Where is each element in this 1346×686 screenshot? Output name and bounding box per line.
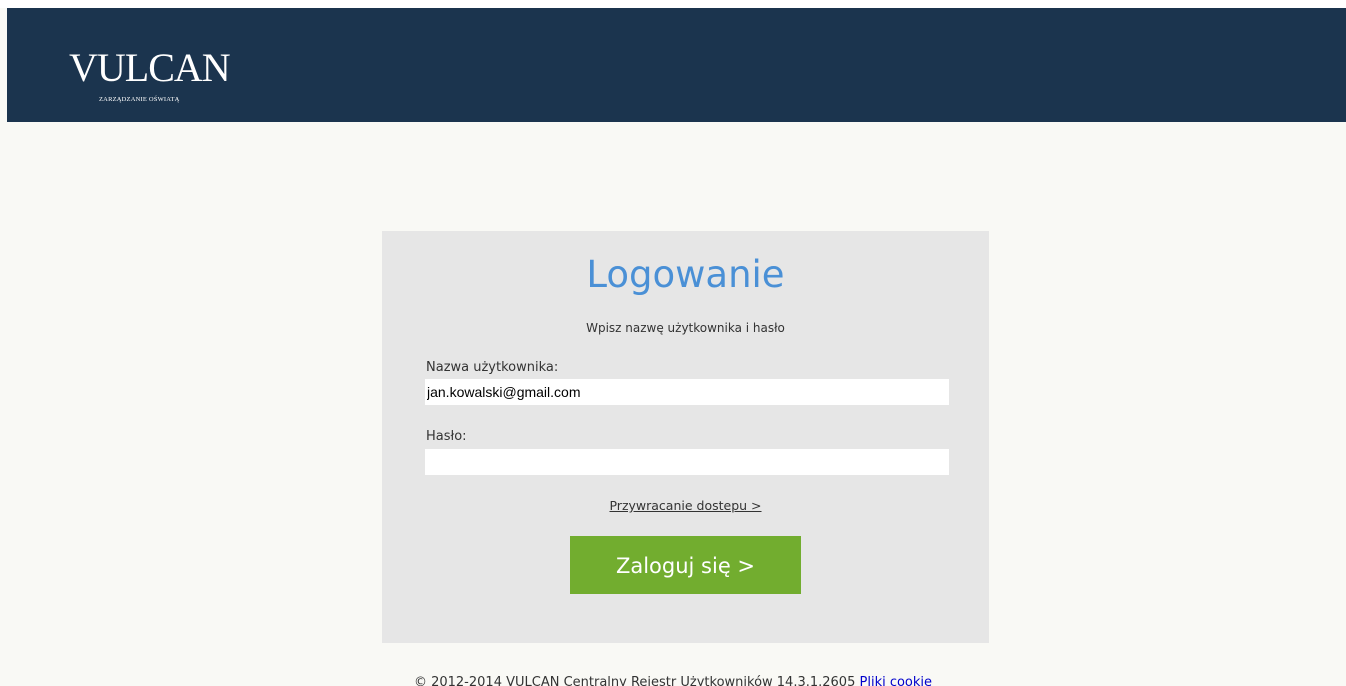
restore-access-link[interactable]: Przywracanie dostepu > bbox=[382, 498, 989, 513]
login-subtitle: Wpisz nazwę użytkownika i hasło bbox=[586, 321, 785, 335]
password-input[interactable] bbox=[425, 449, 949, 475]
copyright-text: © 2012-2014 VULCAN Centralny Rejestr Uży… bbox=[413, 675, 860, 686]
login-button[interactable]: Zaloguj się > bbox=[570, 536, 801, 594]
logo-text: VULCAN bbox=[69, 45, 231, 90]
username-input[interactable] bbox=[425, 379, 949, 405]
login-title: Logowanie bbox=[586, 253, 785, 296]
password-label: Hasło: bbox=[426, 429, 467, 444]
logo-subtext: ZARZĄDZANIE OŚWIATĄ bbox=[99, 96, 180, 103]
cookie-link[interactable]: Pliki cookie bbox=[860, 675, 933, 686]
vulcan-logo[interactable]: VULCAN ZARZĄDZANIE OŚWIATĄ bbox=[69, 48, 249, 108]
footer: © 2012-2014 VULCAN Centralny Rejestr Uży… bbox=[0, 675, 1346, 686]
login-panel: Logowanie Wpisz nazwę użytkownika i hasł… bbox=[382, 231, 989, 643]
header-bar: VULCAN ZARZĄDZANIE OŚWIATĄ bbox=[7, 8, 1346, 122]
username-label: Nazwa użytkownika: bbox=[426, 360, 559, 375]
top-border bbox=[0, 0, 1346, 8]
